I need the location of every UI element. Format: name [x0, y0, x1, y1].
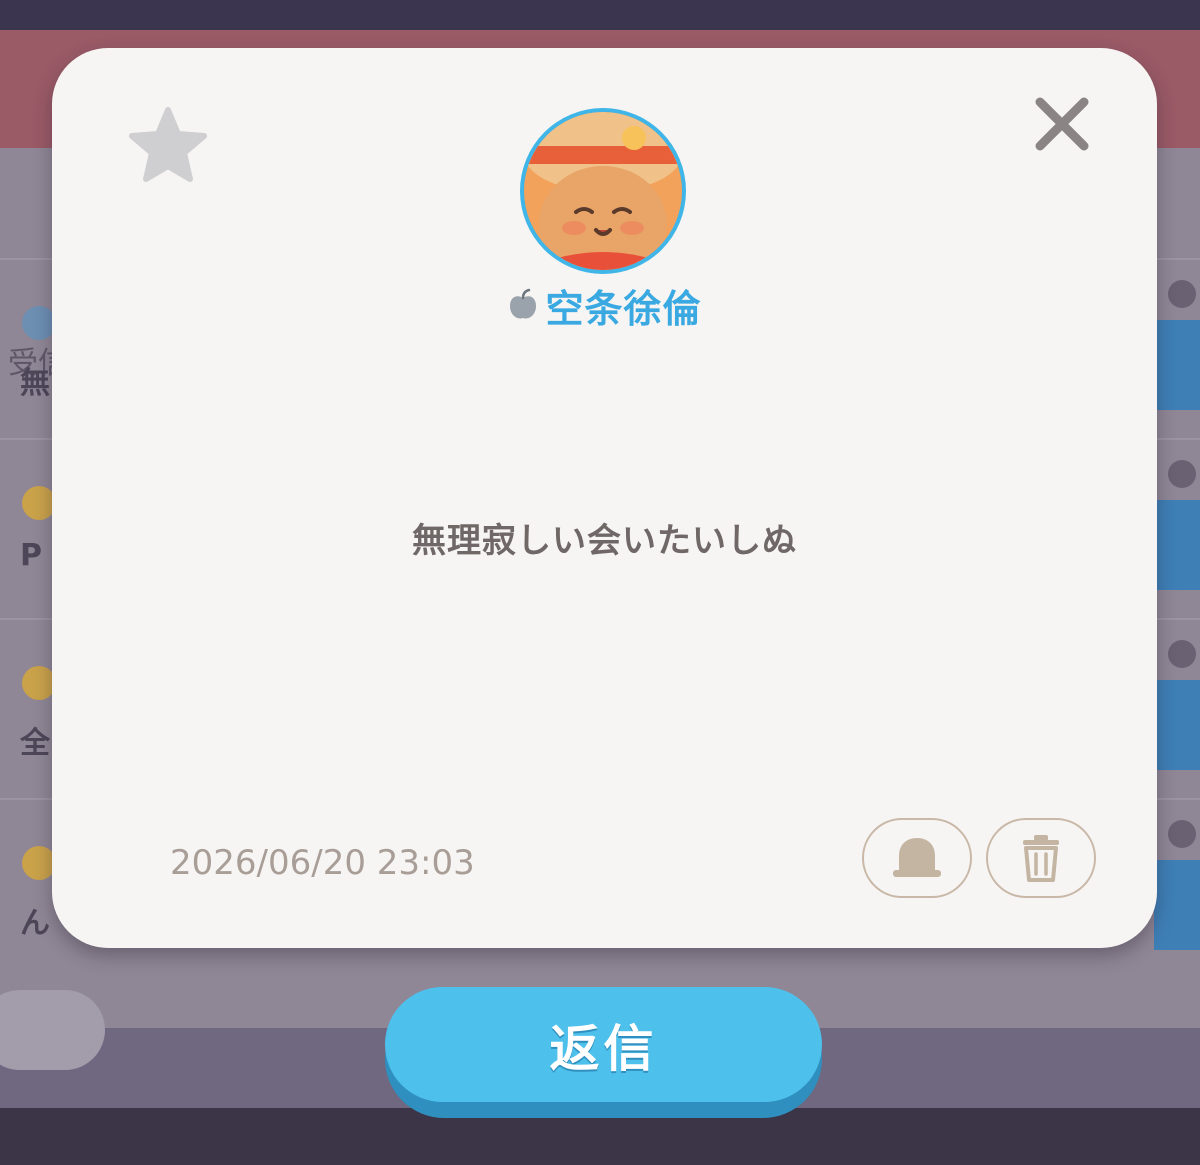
reply-button-label: 返信 [549, 1019, 658, 1078]
background-list-item-accent [1154, 860, 1200, 950]
background-apple-icon [22, 306, 56, 340]
background-list-item-text: 無 [20, 366, 50, 401]
background-list-item-accent [1154, 680, 1200, 770]
background-list-item-accent [1154, 500, 1200, 590]
apple-icon [510, 288, 537, 319]
sender-avatar[interactable] [520, 108, 686, 274]
star-icon[interactable] [127, 106, 209, 186]
background-clock-icon [1168, 460, 1196, 488]
background-list-item-text: P [20, 538, 42, 573]
sender-name[interactable]: 空条徐倫 [545, 278, 701, 333]
background-leaf-icon [22, 846, 56, 880]
sender-row: 空条徐倫 [52, 278, 1157, 333]
reply-button[interactable]: 返信 [385, 987, 822, 1102]
background-pill-button [0, 990, 105, 1070]
background-clock-icon [1168, 820, 1196, 848]
background-list-item-accent [1154, 320, 1200, 410]
trash-icon [1023, 835, 1059, 882]
background-clock-icon [1168, 640, 1196, 668]
message-timestamp: 2026/06/20 23:03 [170, 843, 475, 883]
avatar-image [524, 112, 682, 270]
bell-icon [893, 838, 941, 877]
close-icon[interactable] [1032, 94, 1092, 154]
background-leaf-icon [22, 666, 56, 700]
delete-button[interactable] [986, 818, 1096, 898]
background-clock-icon [1168, 280, 1196, 308]
message-dialog: 空条徐倫 無理寂しい会いたいしぬ 2026/06/20 23:03 [52, 48, 1157, 948]
background-list-item-text: ん [20, 906, 50, 941]
report-button[interactable] [862, 818, 972, 898]
background-top-bar [0, 0, 1200, 30]
background-leaf-icon [22, 486, 56, 520]
background-list-item-text: 全 [20, 726, 50, 761]
message-body: 無理寂しい会いたいしぬ [412, 521, 797, 561]
